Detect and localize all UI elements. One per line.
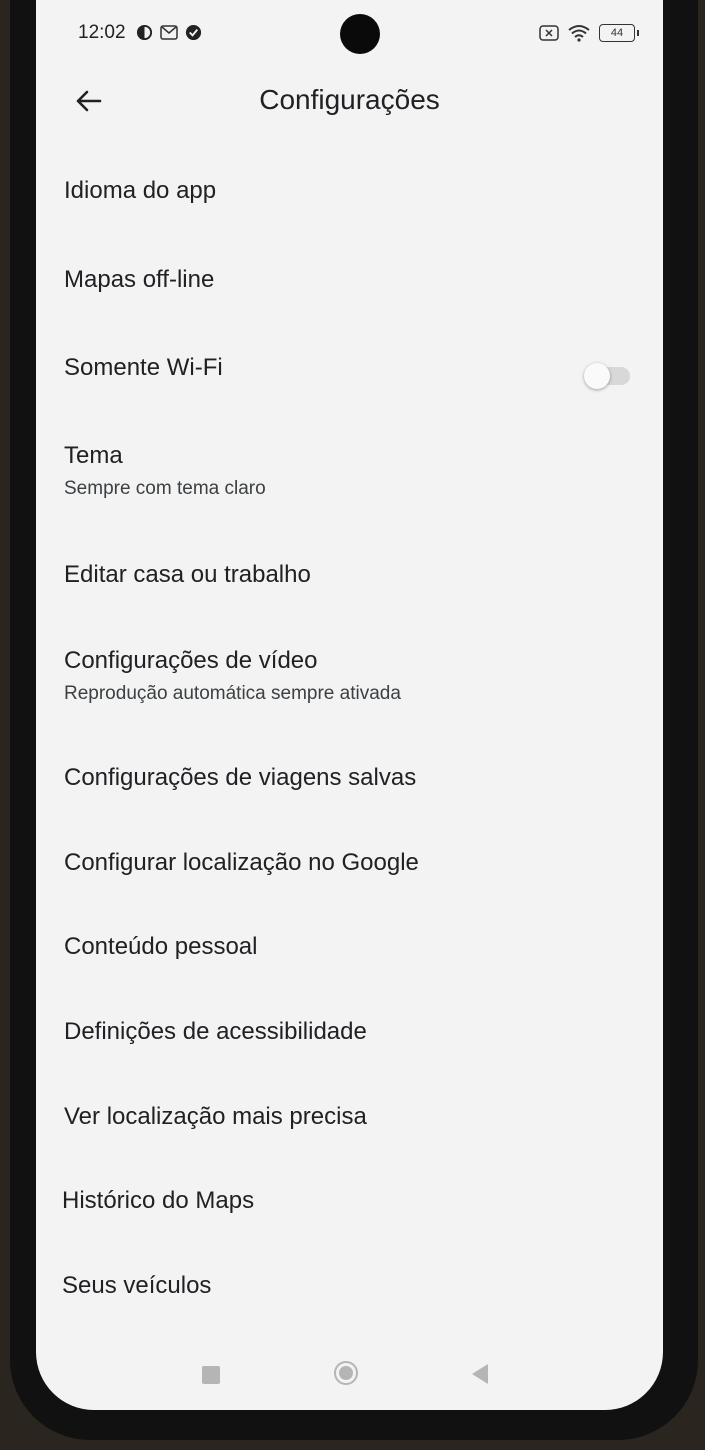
setting-title: Editar casa ou trabalho [64,561,311,588]
setting-title: Mapas off-line [64,266,215,293]
setting-title: Idioma do app [64,177,217,204]
back-triangle-icon[interactable] [472,1364,488,1384]
setting-title: Seus veículos [62,1272,212,1299]
setting-title: Conteúdo pessoal [64,933,258,960]
status-icons-right: 44 [539,24,639,42]
setting-offline-maps[interactable]: Mapas off-line [64,266,644,294]
setting-title: Tema [64,442,123,469]
page-title: Configurações [259,84,440,115]
setting-subtitle: Reprodução automática sempre ativada [64,683,401,704]
setting-precise-location[interactable]: Ver localização mais precisa [64,1103,644,1131]
setting-title: Ver localização mais precisa [64,1103,367,1130]
home-icon[interactable] [334,1361,358,1385]
setting-theme[interactable]: Tema Sempre com tema claro [64,442,644,500]
setting-subtitle: Sempre com tema claro [64,478,266,499]
check-shield-icon [185,24,202,41]
setting-title: Definições de acessibilidade [64,1018,367,1045]
wifi-only-toggle[interactable] [582,362,632,390]
status-time: 12:02 [78,22,126,43]
system-nav-bar [36,1350,663,1400]
status-bar: 12:02 44 [36,0,663,70]
toggle-thumb [584,363,610,389]
setting-app-language[interactable]: Idioma do app [64,177,644,205]
setting-personal-content[interactable]: Conteúdo pessoal [64,933,644,961]
gmail-icon [160,25,178,40]
wifi-icon [568,25,590,42]
setting-wifi-only[interactable]: Somente Wi-Fi [64,354,644,382]
recents-icon[interactable] [202,1366,220,1384]
setting-accessibility[interactable]: Definições de acessibilidade [64,1018,644,1046]
sim-off-icon [539,25,559,41]
battery-icon: 44 [599,24,639,42]
phone-screen: 12:02 44 Configurações Idioma do app Map… [36,0,663,1410]
setting-title: Configurações de vídeo [64,647,318,674]
data-saver-icon [136,24,153,41]
arrow-back-icon[interactable] [72,84,106,118]
status-icons-left [136,24,202,41]
front-camera [340,14,380,54]
setting-saved-trips[interactable]: Configurações de viagens salvas [64,764,644,792]
app-bar: Configurações [36,70,663,132]
setting-title: Configurar localização no Google [64,849,419,876]
setting-google-location[interactable]: Configurar localização no Google [64,849,644,877]
setting-title: Configurações de viagens salvas [64,764,417,791]
setting-edit-home-work[interactable]: Editar casa ou trabalho [64,561,644,589]
setting-video-settings[interactable]: Configurações de vídeo Reprodução automá… [64,647,644,705]
setting-title: Histórico do Maps [62,1187,255,1214]
setting-your-vehicles[interactable]: Seus veículos [62,1272,642,1300]
setting-maps-history[interactable]: Histórico do Maps [62,1187,642,1215]
setting-title: Somente Wi-Fi [64,354,223,381]
